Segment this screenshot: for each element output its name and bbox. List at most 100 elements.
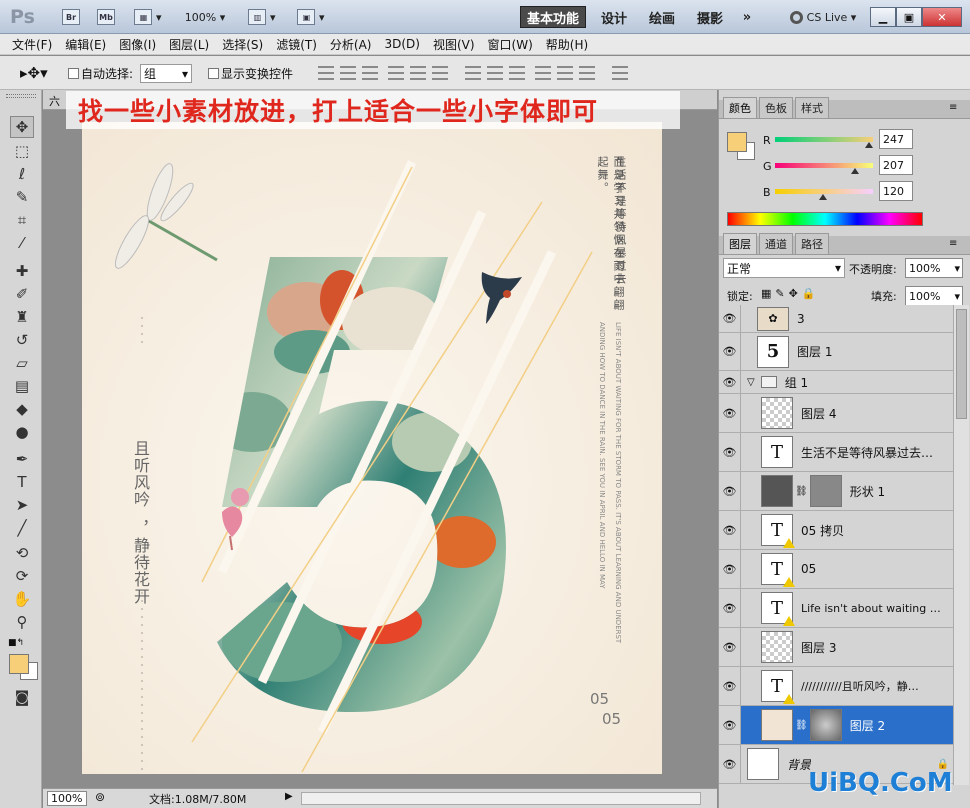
line-tool-icon[interactable]: ╱ <box>10 517 34 539</box>
menu-analysis[interactable]: 分析(A) <box>330 36 372 53</box>
3d-orbit-tool-icon[interactable]: ⟳ <box>10 565 34 587</box>
visibility-eye-icon[interactable]: 👁 <box>719 628 741 666</box>
eraser-tool-icon[interactable]: ▱ <box>10 352 34 374</box>
menu-select[interactable]: 选择(S) <box>222 36 263 53</box>
input-g[interactable]: 207 <box>879 155 913 175</box>
layer-row[interactable]: 👁 T 05 <box>719 550 953 589</box>
visibility-eye-icon[interactable]: 👁 <box>719 472 741 510</box>
status-zoom-field[interactable]: 100% <box>47 791 87 806</box>
menu-layer[interactable]: 图层(L) <box>169 36 209 53</box>
tab-paths[interactable]: 路径 <box>795 233 829 254</box>
layer-row[interactable]: 👁 T ///////////且听风吟，静… <box>719 667 953 706</box>
close-button[interactable]: ✕ <box>922 7 962 27</box>
move-tool-icon[interactable]: ✥ <box>10 116 34 138</box>
foreground-color-swatch[interactable] <box>9 654 29 674</box>
layer-row[interactable]: 👁 T 生活不是等待风暴过去… <box>719 433 953 472</box>
align-top-icon[interactable] <box>318 66 334 80</box>
document-tab[interactable]: 六 <box>49 93 60 109</box>
status-arrow-button[interactable]: ▶ <box>285 791 293 802</box>
menu-help[interactable]: 帮助(H) <box>546 36 588 53</box>
workspace-painting[interactable]: 绘画 <box>640 6 684 28</box>
menu-window[interactable]: 窗口(W) <box>488 36 533 53</box>
distribute-right-icon[interactable] <box>579 66 595 80</box>
horizontal-scrollbar[interactable] <box>301 792 701 805</box>
distribute-left-icon[interactable] <box>535 66 551 80</box>
align-bottom-icon[interactable] <box>362 66 378 80</box>
bridge-button[interactable]: Br <box>60 6 82 28</box>
type-tool-icon[interactable]: T <box>10 471 34 493</box>
zoom-level-dropdown[interactable]: 100% ▾ <box>180 6 230 28</box>
tab-swatches[interactable]: 色板 <box>759 97 793 118</box>
menu-image[interactable]: 图像(I) <box>119 36 156 53</box>
visibility-eye-icon[interactable]: 👁 <box>719 305 741 332</box>
align-vcenter-icon[interactable] <box>340 66 356 80</box>
cs-live-button[interactable]: CS Live ▾ <box>784 6 862 28</box>
visibility-eye-icon[interactable]: 👁 <box>719 333 741 370</box>
history-brush-tool-icon[interactable]: ↺ <box>10 329 34 351</box>
menu-filter[interactable]: 滤镜(T) <box>276 36 317 53</box>
align-left-icon[interactable] <box>388 66 404 80</box>
auto-select-checkbox[interactable]: 自动选择: <box>68 65 133 82</box>
view-extras-button[interactable]: ▦ ▾ <box>130 6 166 28</box>
group-expand-icon[interactable]: ▽ <box>747 377 755 388</box>
hand-tool-icon[interactable]: ✋ <box>10 588 34 610</box>
status-info-icon[interactable]: ⊚ <box>95 790 105 804</box>
quick-mask-icon[interactable]: ◙ <box>10 686 34 708</box>
visibility-eye-icon[interactable]: 👁 <box>719 511 741 549</box>
pen-tool-icon[interactable]: ✒ <box>10 448 34 470</box>
move-tool-preset-icon[interactable]: ▸✥▾ <box>20 64 48 82</box>
dodge-tool-icon[interactable]: ● <box>10 421 34 443</box>
fill-input[interactable]: 100% ▾ <box>905 286 963 306</box>
slider-r[interactable] <box>775 137 873 148</box>
gradient-tool-icon[interactable]: ▤ <box>10 375 34 397</box>
auto-align-icon[interactable] <box>612 66 628 80</box>
marquee-tool-icon[interactable]: ⬚ <box>10 140 34 162</box>
auto-select-dropdown[interactable]: 组 ▾ <box>140 64 192 83</box>
tab-styles[interactable]: 样式 <box>795 97 829 118</box>
path-select-tool-icon[interactable]: ➤ <box>10 494 34 516</box>
tab-color[interactable]: 颜色 <box>723 97 757 118</box>
align-hcenter-icon[interactable] <box>410 66 426 80</box>
default-colors-icon[interactable]: ■↰ <box>8 638 24 648</box>
tab-channels[interactable]: 通道 <box>759 233 793 254</box>
layers-scrollbar[interactable] <box>953 305 969 785</box>
healing-brush-tool-icon[interactable]: ✚ <box>10 260 34 282</box>
distribute-top-icon[interactable] <box>465 66 481 80</box>
visibility-eye-icon[interactable]: 👁 <box>719 371 741 393</box>
workspace-design[interactable]: 设计 <box>592 6 636 28</box>
tab-layers[interactable]: 图层 <box>723 233 757 254</box>
clone-stamp-tool-icon[interactable]: ♜ <box>10 306 34 328</box>
layer-row[interactable]: 👁 5 图层 1 <box>719 333 953 371</box>
menu-3d[interactable]: 3D(D) <box>384 37 419 51</box>
blur-tool-icon[interactable]: ◆ <box>10 398 34 420</box>
layer-row[interactable]: 👁 T Life isn't about waiting fo… <box>719 589 953 628</box>
minimize-button[interactable]: ▁ <box>870 7 896 27</box>
lasso-tool-icon[interactable]: ℓ <box>10 163 34 185</box>
menu-edit[interactable]: 编辑(E) <box>65 36 106 53</box>
group-row[interactable]: 👁 ▽ 组 1 <box>719 371 953 394</box>
visibility-eye-icon[interactable]: 👁 <box>719 433 741 471</box>
visibility-eye-icon[interactable]: 👁 <box>719 745 741 783</box>
visibility-eye-icon[interactable]: 👁 <box>719 394 741 432</box>
link-icon[interactable]: ⛓ <box>795 720 808 731</box>
layer-row[interactable]: 👁 图层 4 <box>719 394 953 433</box>
color-panel-menu-icon[interactable]: ≡ <box>949 102 957 113</box>
distribute-hcenter-icon[interactable] <box>557 66 573 80</box>
layer-row-selected[interactable]: 👁 ⛓ 图层 2 <box>719 706 953 745</box>
slider-g[interactable] <box>775 163 873 174</box>
slider-b[interactable] <box>775 189 873 200</box>
link-icon[interactable]: ⛓ <box>795 486 808 497</box>
lock-options-icons[interactable]: ▦✎✥🔒 <box>761 287 820 300</box>
color-spectrum-bar[interactable] <box>727 212 923 226</box>
workspace-photography[interactable]: 摄影 <box>688 6 732 28</box>
layer-row[interactable]: 👁 ⛓ 形状 1 <box>719 472 953 511</box>
layers-panel-menu-icon[interactable]: ≡ <box>949 238 957 249</box>
arrange-documents-button[interactable]: ▥ ▾ <box>243 6 281 28</box>
fg-color-preview[interactable] <box>727 132 747 152</box>
blend-mode-dropdown[interactable]: 正常 ▾ <box>723 258 845 278</box>
layer-row[interactable]: 👁 图层 3 <box>719 628 953 667</box>
align-right-icon[interactable] <box>432 66 448 80</box>
brush-tool-icon[interactable]: ✐ <box>10 283 34 305</box>
opacity-input[interactable]: 100% ▾ <box>905 258 963 278</box>
distribute-bottom-icon[interactable] <box>509 66 525 80</box>
